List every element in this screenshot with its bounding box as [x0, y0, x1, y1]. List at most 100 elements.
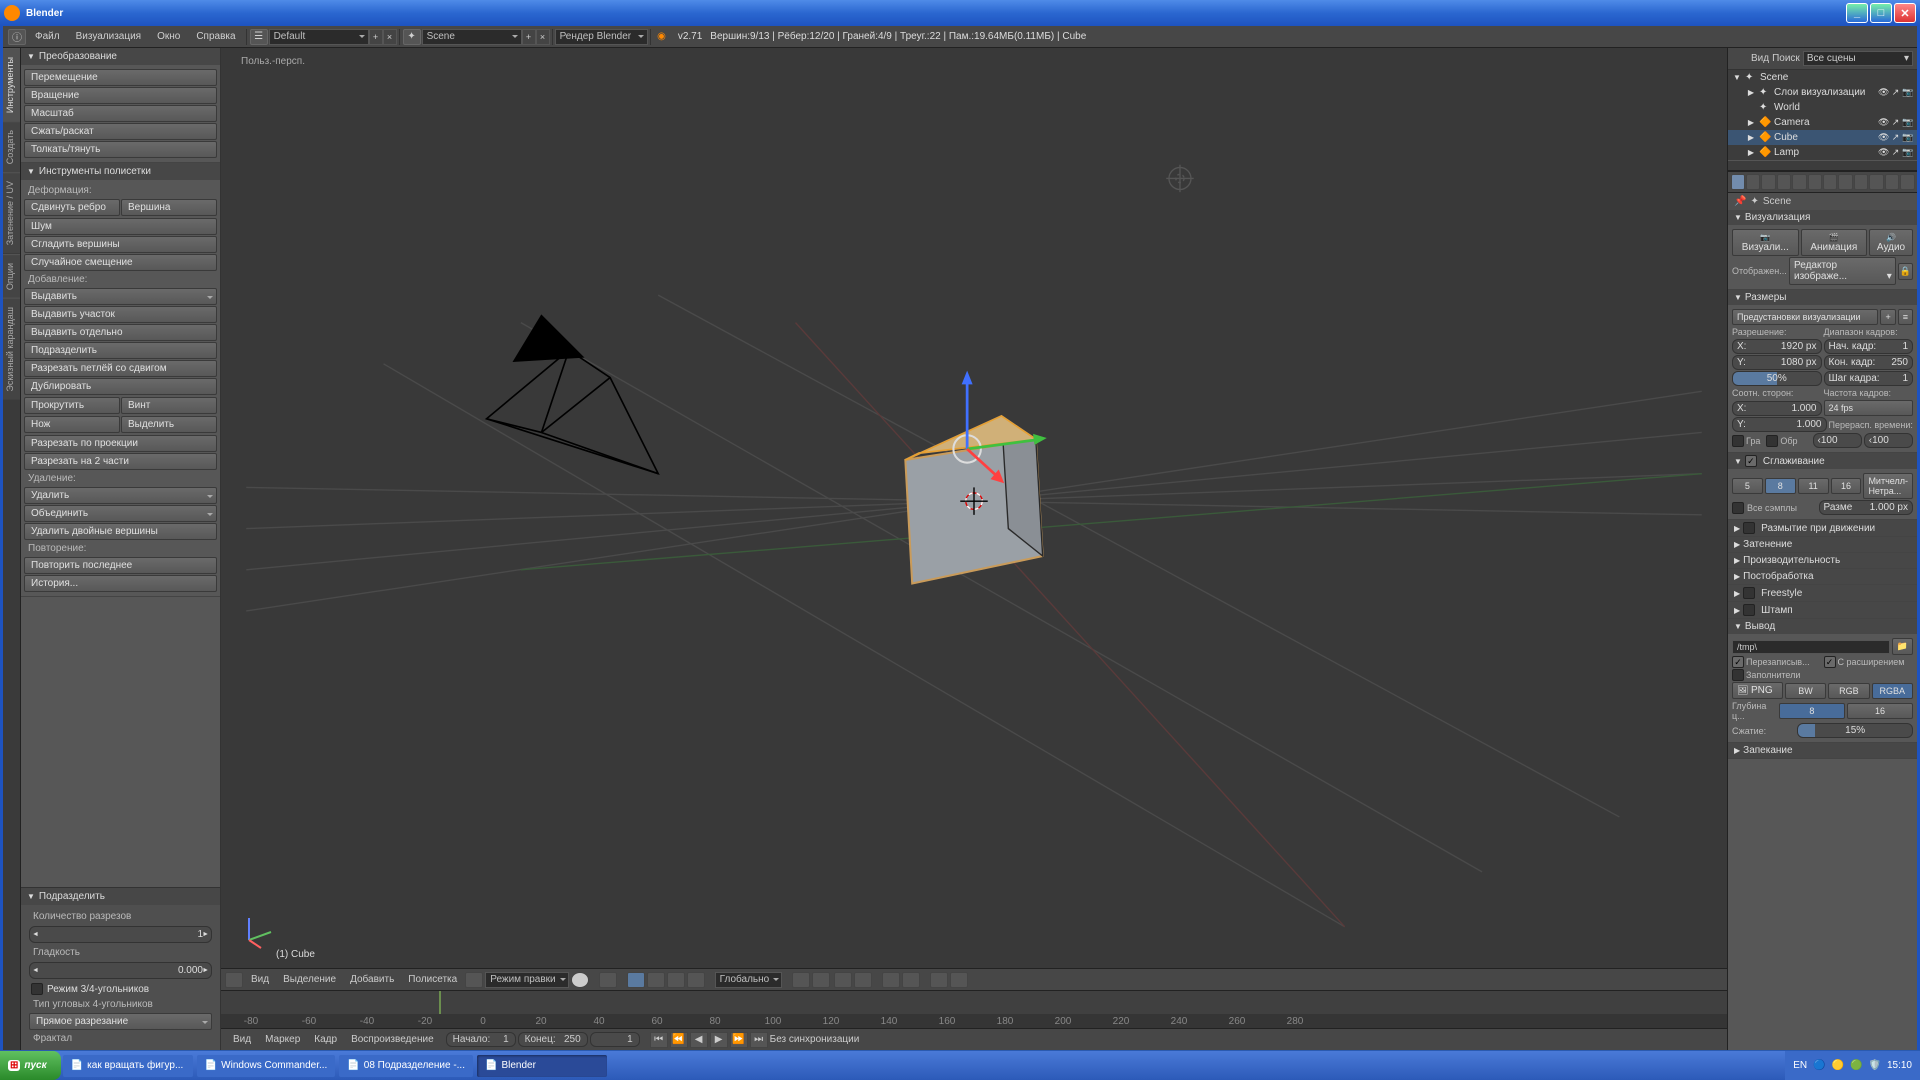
tab-options[interactable]: Опции [3, 254, 20, 298]
frame-start-field[interactable]: Нач. кадр:1 [1824, 339, 1914, 354]
tab-object-icon[interactable] [1792, 174, 1806, 190]
layout-add-button[interactable]: + [369, 29, 383, 45]
corner-type-dropdown[interactable]: Прямое разрезание [29, 1013, 212, 1030]
menu-render[interactable]: Визуализация [68, 29, 149, 44]
merge-button[interactable]: Объединить [24, 505, 217, 522]
bisect-button[interactable]: Разрезать на 2 части [24, 453, 217, 470]
tab-scene-icon[interactable] [1761, 174, 1775, 190]
tab-material-icon[interactable] [1854, 174, 1868, 190]
rotate-button[interactable]: Вращение [24, 87, 217, 104]
edge-slide-button[interactable]: Сдвинуть ребро [24, 199, 120, 216]
frame-step-field[interactable]: Шаг кадра:1 [1824, 371, 1914, 386]
overwrite-checkbox[interactable] [1732, 656, 1744, 668]
stamp-title[interactable]: Штамп [1728, 602, 1917, 618]
tl-menu-marker[interactable]: Маркер [259, 1034, 306, 1045]
aa-16-button[interactable]: 16 [1831, 478, 1862, 494]
extrude-button[interactable]: Выдавить [24, 288, 217, 305]
jump-start-button[interactable]: ⏮ [650, 1032, 668, 1048]
border-checkbox[interactable] [1732, 435, 1744, 447]
outliner-item-camera[interactable]: ▶🔶Camera👁↗📷 [1728, 115, 1917, 130]
3d-viewport[interactable]: Польз.-персп. [221, 48, 1727, 968]
tl-menu-view[interactable]: Вид [227, 1034, 257, 1045]
outliner-item-scene[interactable]: ▼✦Scene [1728, 70, 1917, 85]
color-rgb-button[interactable]: RGB [1828, 683, 1869, 699]
knife-select-button[interactable]: Выделить [121, 416, 217, 433]
shading-title[interactable]: Затенение [1728, 537, 1917, 552]
tab-greasepencil[interactable]: Эскизный карандаш [3, 298, 20, 400]
scene-dropdown[interactable]: Scene [422, 29, 522, 45]
render-preview-icon[interactable] [930, 972, 948, 988]
display-mode-dropdown[interactable]: Редактор изображе...▾ [1789, 257, 1896, 285]
browse-folder-button[interactable]: 📁 [1892, 638, 1913, 655]
delete-button[interactable]: Удалить [24, 487, 217, 504]
postprocessing-title[interactable]: Постобработка [1728, 569, 1917, 584]
start-button[interactable]: ⊞пуск [0, 1051, 61, 1080]
placeholders-checkbox[interactable] [1732, 669, 1744, 681]
outliner-item-world[interactable]: ✦World [1728, 100, 1917, 115]
editor-type-3dview-icon[interactable] [225, 972, 243, 988]
keyframe-prev-button[interactable]: ⏪ [670, 1032, 688, 1048]
tl-menu-frame[interactable]: Кадр [308, 1034, 343, 1045]
lock-icon[interactable]: 🔒 [1898, 263, 1913, 280]
vp-menu-add[interactable]: Добавить [344, 974, 400, 985]
color-rgba-button[interactable]: RGBA [1872, 683, 1913, 699]
vertex-slide-button[interactable]: Вершина [121, 199, 217, 216]
mode-icon[interactable] [465, 972, 483, 988]
menu-window[interactable]: Окно [149, 29, 188, 44]
remap-old-field[interactable]: ‹100 [1813, 433, 1862, 448]
taskbar-item[interactable]: 📄Blender [477, 1055, 607, 1077]
minimize-button[interactable]: _ [1846, 3, 1868, 23]
keyframe-next-button[interactable]: ⏩ [730, 1032, 748, 1048]
snap-target-icon[interactable] [854, 972, 872, 988]
tab-physics-icon[interactable] [1900, 174, 1914, 190]
history-button[interactable]: История... [24, 575, 217, 592]
output-section-title[interactable]: Вывод [1728, 619, 1917, 634]
shrink-button[interactable]: Сжать/раскат [24, 123, 217, 140]
loopcut-button[interactable]: Разрезать петлёй со сдвигом [24, 360, 217, 377]
layout-del-button[interactable]: × [383, 29, 397, 45]
render-engine-dropdown[interactable]: Рендер Blender [555, 29, 649, 45]
preset-add-button[interactable]: + [1880, 309, 1895, 325]
tray-icon[interactable]: 🛡️ [1869, 1060, 1881, 1071]
res-y-field[interactable]: Y:1080 px [1732, 355, 1822, 370]
transform-section-title[interactable]: Преобразование [21, 48, 220, 65]
tray-icon[interactable]: 🔵 [1813, 1060, 1825, 1071]
translate-button[interactable]: Перемещение [24, 69, 217, 86]
tray-icon[interactable]: 🟡 [1832, 1060, 1844, 1071]
extrude-region-button[interactable]: Выдавить участок [24, 306, 217, 323]
freestyle-title[interactable]: Freestyle [1728, 585, 1917, 601]
motion-blur-title[interactable]: Размытие при движении [1728, 520, 1917, 536]
shading-mode-icon[interactable] [571, 972, 589, 988]
spin-button[interactable]: Прокрутить [24, 397, 120, 414]
outliner-item-слои-визуализации[interactable]: ▶✦Слои визуализации👁↗📷 [1728, 85, 1917, 100]
vp-menu-mesh[interactable]: Полисетка [402, 974, 463, 985]
operator-title[interactable]: Подразделить [21, 888, 220, 905]
tl-menu-playback[interactable]: Воспроизведение [345, 1034, 440, 1045]
aspect-y-field[interactable]: Y:1.000 [1732, 417, 1827, 432]
duplicate-button[interactable]: Дублировать [24, 378, 217, 395]
current-frame-field[interactable]: 1 [590, 1032, 640, 1047]
randomize-button[interactable]: Случайное смещение [24, 254, 217, 271]
quad-tri-checkbox[interactable]: Режим 3/4-угольников [29, 981, 212, 997]
tray-icon[interactable]: 🟢 [1850, 1060, 1862, 1071]
dimensions-section-title[interactable]: Размеры [1728, 290, 1917, 305]
color-bw-button[interactable]: BW [1785, 683, 1826, 699]
end-frame-field[interactable]: Конец:250 [518, 1032, 588, 1047]
tab-constraints-icon[interactable] [1808, 174, 1822, 190]
extrude-individual-button[interactable]: Выдавить отдельно [24, 324, 217, 341]
edge-select-icon[interactable] [647, 972, 665, 988]
tab-render-icon[interactable] [1731, 174, 1745, 190]
orientation-dropdown[interactable]: Глобально [715, 972, 783, 988]
smoothness-field[interactable]: 0.000 [29, 962, 212, 979]
menu-file[interactable]: Файл [27, 29, 68, 44]
aa-11-button[interactable]: 11 [1798, 478, 1829, 494]
scene-add-button[interactable]: + [522, 29, 536, 45]
smooth-vertex-button[interactable]: Сгладить вершины [24, 236, 217, 253]
cuts-field[interactable]: 1 [29, 926, 212, 943]
vp-menu-view[interactable]: Вид [245, 974, 275, 985]
file-ext-checkbox[interactable] [1824, 656, 1836, 668]
proportional-edit-icon[interactable] [882, 972, 900, 988]
screw-button[interactable]: Винт [121, 397, 217, 414]
back-to-prev-icon[interactable]: ☰ [250, 29, 268, 45]
taskbar-item[interactable]: 📄как вращать фигур... [63, 1055, 193, 1077]
